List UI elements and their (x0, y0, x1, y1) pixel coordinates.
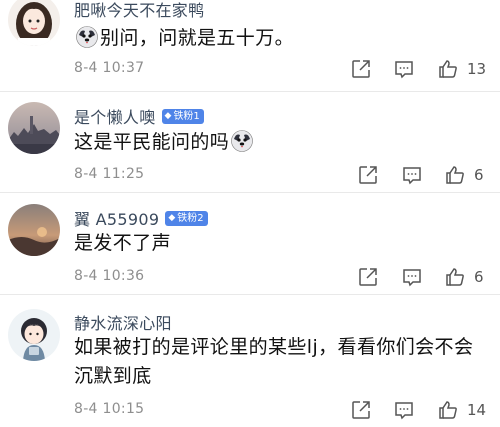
doge-face-emoji (231, 130, 254, 152)
comment-icon (395, 402, 413, 420)
comment-item: 是个懒人噢 ◆ 铁粉1 这是平民能问的吗 8-4 11:25 6 (0, 92, 500, 192)
timestamp: 8-4 11:25 (74, 166, 145, 182)
comment-item: 肥啾今天不在家鸭 别问，问就是五十万。 8-4 10:37 13 (0, 0, 500, 96)
comment-icon (403, 167, 421, 185)
avatar[interactable] (8, 102, 60, 154)
fan-badge: ◆ 铁粉1 (161, 108, 204, 124)
username[interactable]: 静水流深心阳 (74, 310, 172, 334)
like-count: 13 (467, 60, 487, 78)
like-count: 6 (474, 166, 484, 184)
share-button[interactable] (357, 265, 379, 289)
comment-text: 是发不了声 (74, 232, 172, 254)
like-button[interactable]: 6 (444, 265, 484, 289)
fan-badge: ◆ 铁粉2 (165, 210, 208, 226)
avatar[interactable] (8, 309, 60, 361)
diamond-icon: ◆ (164, 110, 172, 121)
share-icon (359, 166, 377, 184)
share-icon (352, 60, 370, 78)
like-button[interactable]: 6 (444, 163, 484, 187)
comment-button[interactable] (393, 398, 415, 422)
share-button[interactable] (350, 57, 372, 81)
username[interactable]: 翼 A55909 ◆ 铁粉2 (74, 206, 208, 230)
comment-button[interactable] (393, 57, 415, 81)
comment-item: 静水流深心阳 如果被打的是评论里的某些lj，看看你们会不会沉默到底 8-4 10… (0, 295, 500, 427)
comment-icon (403, 269, 421, 287)
share-button[interactable] (357, 163, 379, 187)
share-icon (352, 401, 370, 419)
like-button[interactable]: 14 (437, 398, 486, 422)
comment-button[interactable] (401, 265, 423, 289)
comment-text: 别问，问就是五十万。 (74, 24, 486, 53)
comment-text: 如果被打的是评论里的某些lj，看看你们会不会沉默到底 (74, 336, 474, 387)
timestamp: 8-4 10:36 (74, 268, 145, 284)
doge-face-emoji (76, 26, 98, 48)
comment-button[interactable] (401, 163, 423, 187)
comment-text: 这是平民能问的吗 (74, 128, 486, 157)
timestamp: 8-4 10:37 (74, 60, 145, 76)
thumbs-up-icon (446, 166, 464, 184)
username[interactable]: 肥啾今天不在家鸭 (74, 0, 204, 21)
avatar[interactable] (8, 204, 60, 256)
avatar[interactable] (8, 0, 60, 46)
thumbs-up-icon (439, 401, 457, 419)
timestamp: 8-4 10:15 (74, 401, 145, 417)
thumbs-up-icon (446, 268, 464, 286)
like-count: 14 (467, 401, 487, 419)
share-icon (359, 268, 377, 286)
diamond-icon: ◆ (168, 212, 176, 223)
like-count: 6 (474, 268, 484, 286)
comment-item: 翼 A55909 ◆ 铁粉2 是发不了声 8-4 10:36 6 (0, 193, 500, 293)
like-button[interactable]: 13 (437, 57, 486, 81)
share-button[interactable] (350, 398, 372, 422)
username[interactable]: 是个懒人噢 ◆ 铁粉1 (74, 104, 204, 128)
thumbs-up-icon (439, 60, 457, 78)
comment-icon (395, 61, 413, 79)
